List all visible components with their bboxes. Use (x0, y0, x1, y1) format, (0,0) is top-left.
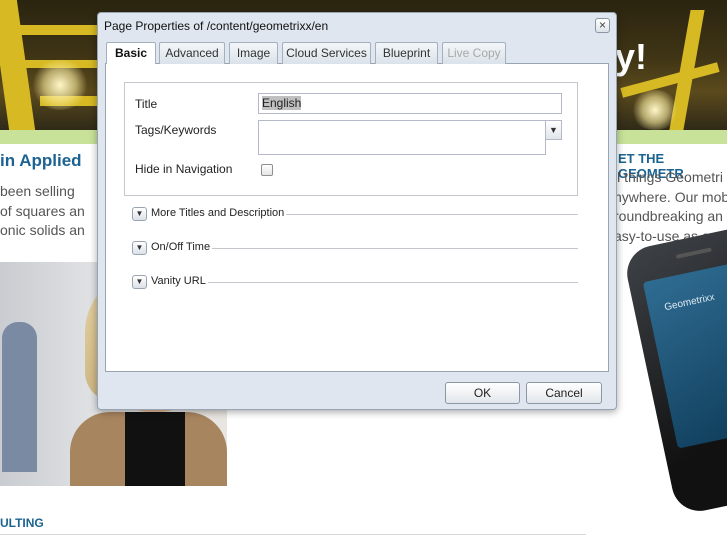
consulting-heading[interactable]: ULTING (0, 516, 44, 530)
cancel-button[interactable]: Cancel (526, 382, 602, 404)
expand-toggle-icon[interactable]: ▼ (132, 241, 147, 255)
title-field[interactable]: English (258, 93, 562, 114)
hide-in-navigation-label: Hide in Navigation (135, 162, 233, 176)
tab-basic[interactable]: Basic (106, 42, 156, 65)
section-vanity-url[interactable]: ▼ Vanity URL (132, 274, 578, 290)
hide-in-navigation-checkbox[interactable] (261, 164, 273, 176)
tab-advanced[interactable]: Advanced (159, 42, 225, 64)
page-properties-dialog: Page Properties of /content/geometrixx/e… (97, 12, 617, 410)
section-label[interactable]: On/Off Time (151, 241, 213, 253)
tab-strip: Basic Advanced Image Cloud Services Blue… (105, 39, 609, 65)
basic-tab-panel: Title English Tags/Keywords ▼ Hide in Na… (105, 64, 609, 372)
banner-light (30, 60, 90, 110)
banner-headline: y! (615, 36, 648, 77)
phone-speaker (675, 247, 712, 259)
photo-background-person (2, 322, 37, 472)
phone-screen: Geometrixx (642, 259, 727, 449)
tags-field[interactable] (258, 120, 546, 155)
tags-label: Tags/Keywords (135, 123, 217, 137)
title-label: Title (135, 97, 158, 111)
tab-cloud-services[interactable]: Cloud Services (282, 42, 371, 64)
section-label[interactable]: Vanity URL (151, 275, 208, 287)
dialog-header[interactable]: Page Properties of /content/geometrixx/e… (98, 13, 616, 37)
dialog-title: Page Properties of /content/geometrixx/e… (104, 19, 329, 33)
close-icon[interactable]: × (595, 18, 610, 33)
section-divider (151, 282, 578, 283)
chevron-down-icon[interactable]: ▼ (545, 120, 562, 140)
left-column-line: onic solids an (0, 222, 85, 238)
expand-toggle-icon[interactable]: ▼ (132, 207, 147, 221)
right-column-line: ll things Geometri (614, 169, 723, 185)
left-column-line: been selling (0, 183, 75, 199)
tab-blueprint[interactable]: Blueprint (375, 42, 438, 64)
title-field-value: English (262, 96, 302, 110)
section-on-off-time[interactable]: ▼ On/Off Time (132, 240, 578, 256)
left-column-heading[interactable]: in Applied (0, 151, 82, 171)
section-label[interactable]: More Titles and Description (151, 207, 287, 219)
section-more-titles[interactable]: ▼ More Titles and Description (132, 206, 578, 222)
photo-shirt (125, 412, 185, 486)
banner-light (630, 90, 680, 130)
basic-fieldset: Title English Tags/Keywords ▼ Hide in Na… (124, 82, 578, 196)
divider (0, 534, 586, 535)
expand-toggle-icon[interactable]: ▼ (132, 275, 147, 289)
section-divider (151, 248, 578, 249)
right-column-line: nywhere. Our mob (614, 189, 727, 205)
tab-image[interactable]: Image (229, 42, 278, 64)
smartphone-image: Geometrixx (622, 222, 727, 517)
phone-brand-text: Geometrixx (663, 291, 716, 314)
tab-live-copy: Live Copy (442, 42, 506, 64)
right-column-line: roundbreaking an (614, 208, 723, 224)
left-column-line: of squares an (0, 203, 85, 219)
ok-button[interactable]: OK (445, 382, 520, 404)
